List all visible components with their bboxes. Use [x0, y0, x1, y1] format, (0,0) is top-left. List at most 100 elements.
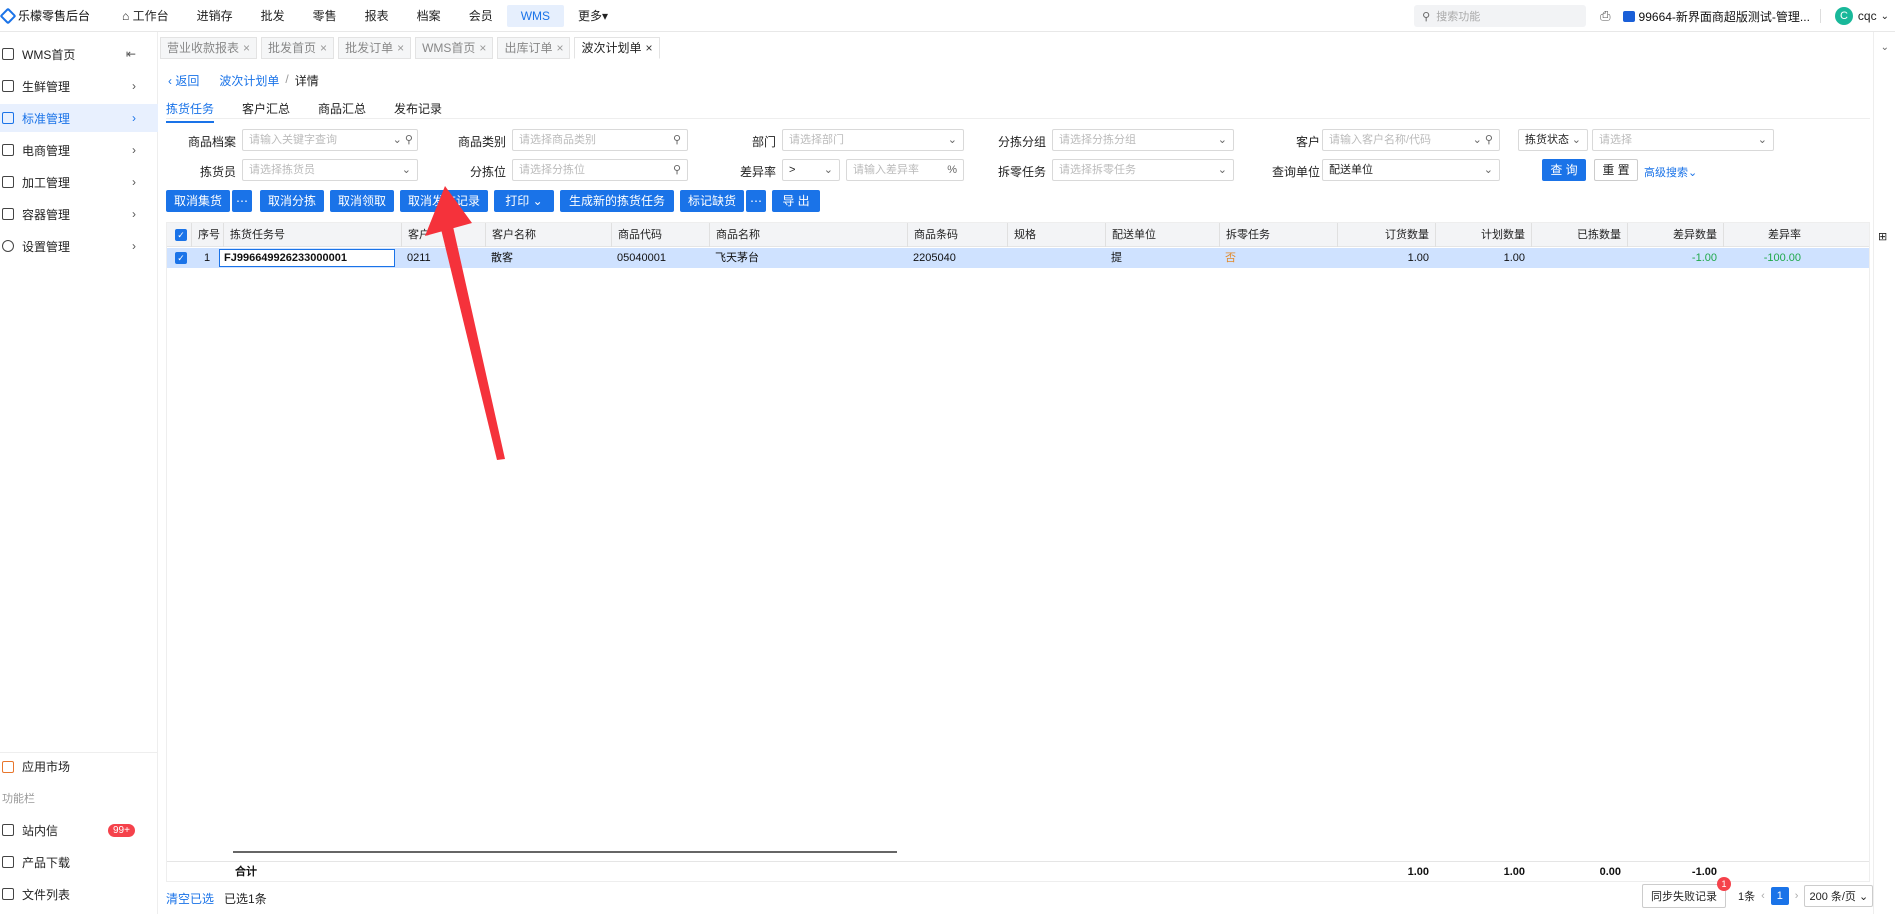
col-diff-qty[interactable]: 差异数量	[1627, 223, 1723, 247]
chevron-down-icon[interactable]: ⌄	[1881, 11, 1889, 22]
table-row[interactable]: ✓ 1 FJ996649926233000001 0211 散客 0504000…	[167, 248, 1869, 268]
subtab-customer-summary[interactable]: 客户汇总	[242, 100, 290, 123]
cancel-claim-button[interactable]: 取消领取	[330, 190, 394, 212]
nav-wholesale[interactable]: 批发	[247, 5, 299, 27]
subtab-publish-record[interactable]: 发布记录	[394, 100, 442, 123]
product-input[interactable]: 请输入关键字查询 ⌄ ⚲	[242, 129, 418, 151]
category-input[interactable]: 请选择商品类别 ⚲	[512, 129, 688, 151]
column-settings-icon[interactable]: ⊞	[1878, 230, 1887, 243]
sidebar-item-messages[interactable]: 站内信 99+	[0, 816, 158, 844]
reset-button[interactable]: 重 置	[1594, 159, 1638, 181]
tab-outbound-order[interactable]: 出库订单 ×	[497, 37, 571, 59]
sort-group-select[interactable]: 请选择分拣分组 ⌄	[1052, 129, 1234, 151]
nav-archive[interactable]: 档案	[403, 5, 455, 27]
close-icon[interactable]: ×	[243, 38, 250, 58]
customer-input[interactable]: 请输入客户名称/代码 ⌄ ⚲	[1322, 129, 1500, 151]
col-product-name[interactable]: 商品名称	[709, 223, 907, 247]
more-options-button[interactable]: ⋯	[746, 190, 766, 212]
picker-select[interactable]: 请选择拣货员 ⌄	[242, 159, 418, 181]
search-icon[interactable]: ⌄ ⚲	[393, 130, 413, 150]
export-button[interactable]: 导 出	[772, 190, 820, 212]
sort-position-input[interactable]: 请选择分拣位 ⚲	[512, 159, 688, 181]
close-icon[interactable]: ×	[556, 38, 563, 58]
sidebar-item-container[interactable]: 容器管理 ›	[0, 200, 158, 228]
sync-failed-button[interactable]: 同步失败记录 1	[1642, 877, 1731, 908]
more-options-button[interactable]: ⋯	[232, 190, 252, 212]
col-product-code[interactable]: 商品代码	[611, 223, 709, 247]
close-icon[interactable]: ×	[397, 38, 404, 58]
page-number-current[interactable]: 1	[1770, 887, 1789, 905]
col-no[interactable]: 序号	[191, 223, 223, 247]
col-split-task[interactable]: 拆零任务	[1219, 223, 1337, 247]
search-icon[interactable]: ⚲	[673, 130, 681, 150]
col-customer[interactable]: 客户	[401, 223, 485, 247]
pick-status-select[interactable]: 请选择 ⌄	[1592, 129, 1774, 151]
tab-wms-home[interactable]: WMS首页 ×	[415, 37, 494, 59]
cell-task-no[interactable]: FJ996649926233000001	[219, 249, 395, 267]
store-label[interactable]: 99664-新界面商超版测试-管理...	[1639, 8, 1810, 25]
clear-selection-link[interactable]: 清空已选	[166, 890, 214, 907]
sidebar-item-app-market[interactable]: 应用市场	[0, 752, 158, 780]
col-spec[interactable]: 规格	[1007, 223, 1105, 247]
nav-reports[interactable]: 报表	[351, 5, 403, 27]
nav-member[interactable]: 会员	[455, 5, 507, 27]
tab-wave-plan[interactable]: 波次计划单 ×	[574, 37, 660, 59]
nav-retail[interactable]: 零售	[299, 5, 351, 27]
close-icon[interactable]: ×	[479, 38, 486, 58]
row-checkbox[interactable]: ✓	[175, 252, 187, 264]
page-size-select[interactable]: 200 条/页 ⌄	[1804, 885, 1874, 907]
prev-page-icon[interactable]: ‹	[1761, 890, 1765, 902]
sidebar-item-fresh[interactable]: 生鲜管理 ›	[0, 72, 158, 100]
generate-pick-task-button[interactable]: 生成新的拣货任务	[560, 190, 674, 212]
print-button[interactable]: 打印 ⌄	[494, 190, 554, 212]
col-task-no[interactable]: 拣货任务号	[223, 223, 401, 247]
search-box[interactable]: ⚲ 搜索功能	[1414, 5, 1587, 27]
nav-wms[interactable]: WMS	[506, 4, 565, 27]
cancel-publish-record-button[interactable]: 取消发布记录	[400, 190, 488, 212]
sidebar-item-wms-home[interactable]: WMS首页 ⇤	[0, 40, 158, 68]
sidebar-item-files[interactable]: 文件列表	[0, 880, 158, 908]
col-picked-qty[interactable]: 已拣数量	[1531, 223, 1627, 247]
next-page-icon[interactable]: ›	[1795, 890, 1799, 902]
tab-receipt-report[interactable]: 营业收款报表 ×	[160, 37, 258, 59]
close-icon[interactable]: ×	[645, 38, 652, 58]
tab-wholesale-home[interactable]: 批发首页 ×	[261, 37, 335, 59]
col-barcode[interactable]: 商品条码	[907, 223, 1007, 247]
advanced-search-link[interactable]: 高级搜索⌄	[1644, 164, 1697, 180]
col-delivery-unit[interactable]: 配送单位	[1105, 223, 1219, 247]
close-icon[interactable]: ×	[320, 38, 327, 58]
sidebar-item-processing[interactable]: 加工管理 ›	[0, 168, 158, 196]
breadcrumb-parent[interactable]: 波次计划单	[219, 72, 279, 89]
tab-wholesale-order[interactable]: 批发订单 ×	[338, 37, 412, 59]
horizontal-scrollbar[interactable]	[233, 851, 897, 853]
subtab-pick-task[interactable]: 拣货任务	[166, 100, 215, 123]
nav-workbench[interactable]: ⌂ 工作台	[108, 5, 183, 27]
search-icon[interactable]: ⚲	[673, 160, 681, 180]
col-customer-name[interactable]: 客户名称	[485, 223, 611, 247]
query-unit-select[interactable]: 配送单位 ⌄	[1322, 159, 1500, 181]
select-all-checkbox[interactable]: ✓	[175, 229, 187, 241]
back-link[interactable]: ‹ 返回	[168, 72, 199, 89]
cancel-sort-button[interactable]: 取消分拣	[260, 190, 324, 212]
sidebar-item-ecommerce[interactable]: 电商管理 ›	[0, 136, 158, 164]
search-input[interactable]: 搜索功能	[1436, 8, 1480, 24]
split-task-select[interactable]: 请选择拆零任务 ⌄	[1052, 159, 1234, 181]
col-planned-qty[interactable]: 计划数量	[1435, 223, 1531, 247]
nav-more[interactable]: 更多▾	[564, 5, 622, 27]
diff-rate-operator-select[interactable]: > ⌄	[782, 159, 840, 181]
printer-icon[interactable]: ⎙	[1600, 8, 1610, 24]
diff-rate-input[interactable]: 请输入差异率%	[846, 159, 964, 181]
mark-shortage-button[interactable]: 标记缺货	[680, 190, 744, 212]
pick-status-label-select[interactable]: 拣货状态 ⌄	[1518, 129, 1588, 151]
nav-inventory[interactable]: 进销存	[183, 5, 247, 27]
sidebar-item-download[interactable]: 产品下载	[0, 848, 158, 876]
col-ordered-qty[interactable]: 订货数量	[1337, 223, 1435, 247]
department-select[interactable]: 请选择部门 ⌄	[782, 129, 964, 151]
sidebar-item-settings[interactable]: 设置管理 ›	[0, 232, 158, 260]
sidebar-item-standard[interactable]: 标准管理 ›	[0, 104, 158, 132]
collapse-sidebar-icon[interactable]: ⇤	[126, 47, 136, 61]
avatar[interactable]: C	[1834, 7, 1853, 25]
cancel-collect-button[interactable]: 取消集货	[166, 190, 230, 212]
query-button[interactable]: 查 询	[1542, 159, 1586, 181]
subtab-product-summary[interactable]: 商品汇总	[318, 100, 366, 123]
